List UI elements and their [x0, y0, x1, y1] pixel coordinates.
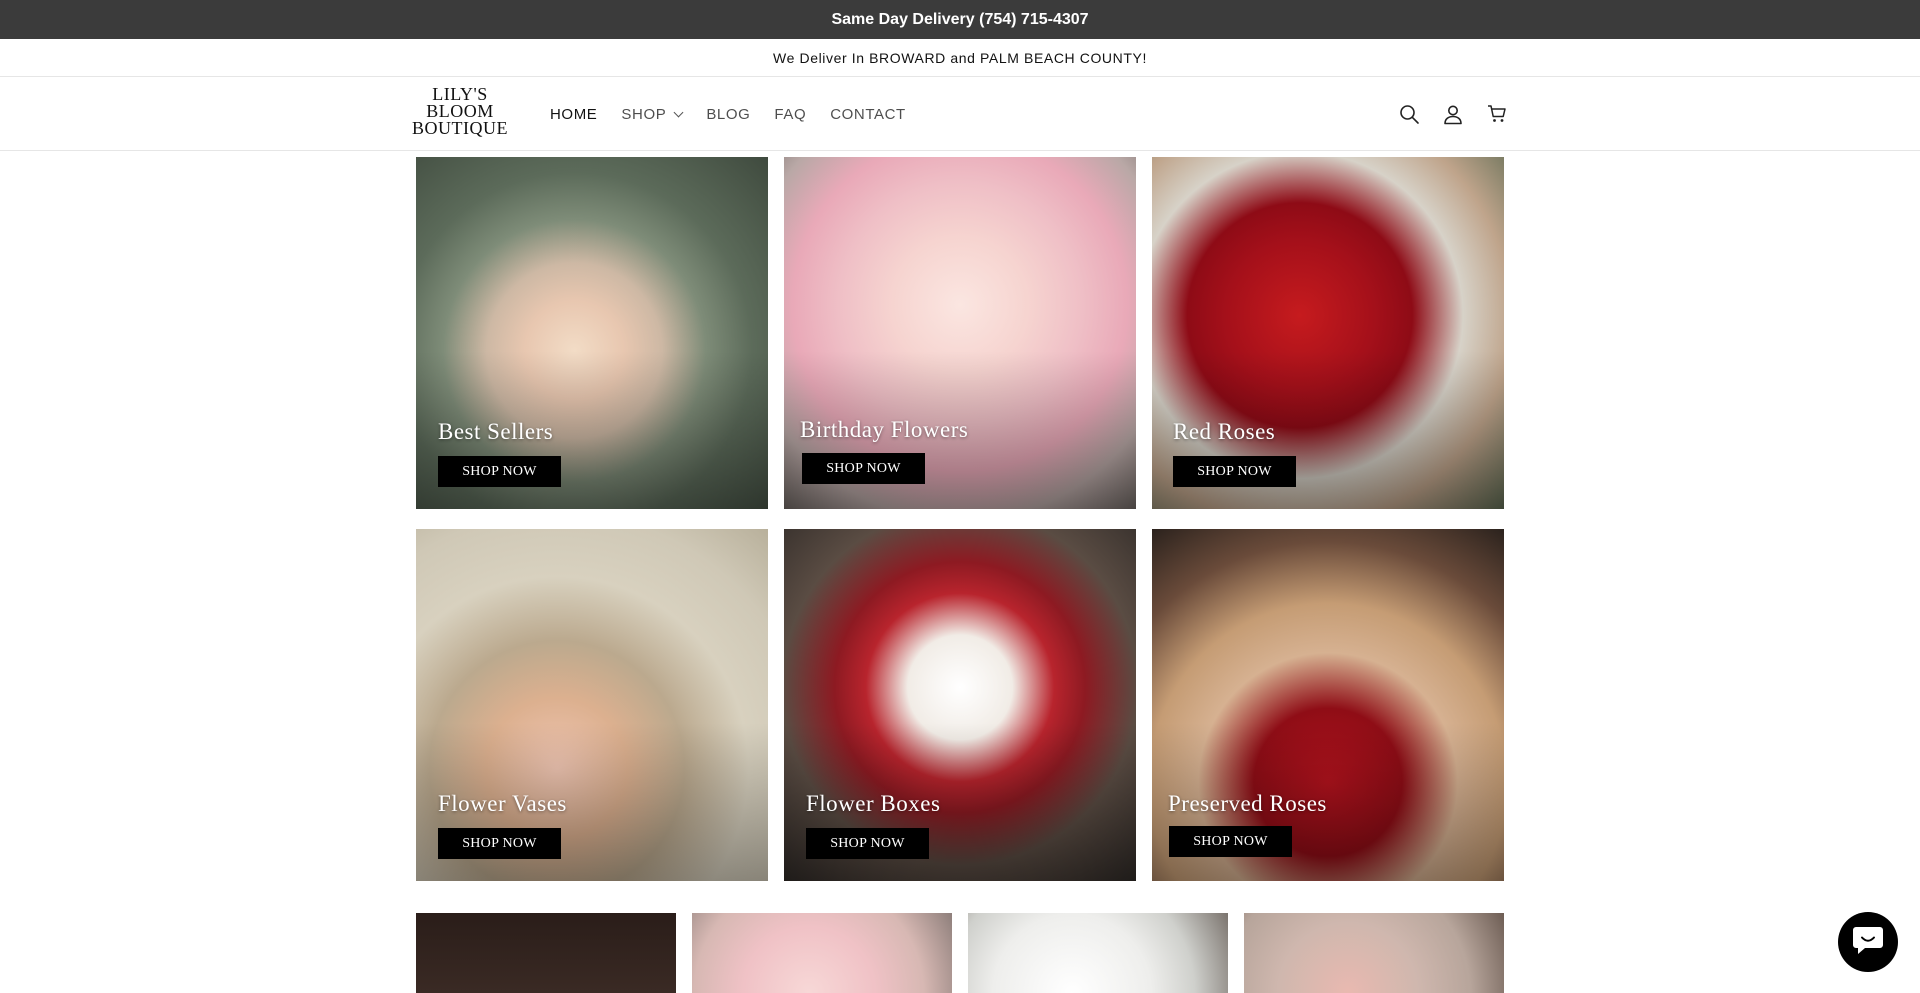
account-icon[interactable] [1442, 103, 1464, 125]
collection-title: Best Sellers [438, 419, 554, 444]
shop-now-button[interactable]: SHOP NOW [1173, 456, 1296, 487]
collection-title: Red Roses [1173, 419, 1276, 444]
shop-now-button[interactable]: SHOP NOW [1169, 826, 1292, 857]
product-row [416, 913, 1504, 993]
nav-blog[interactable]: BLOG [706, 106, 750, 123]
nav-contact[interactable]: CONTACT [830, 106, 906, 123]
collection-card-flower-boxes[interactable]: Flower Boxes SHOP NOW [784, 529, 1136, 881]
chevron-down-icon [673, 107, 684, 118]
header-icons [1398, 77, 1508, 151]
collection-card-birthday-flowers[interactable]: Birthday Flowers SHOP NOW [784, 157, 1136, 509]
product-card-image[interactable] [1244, 913, 1504, 993]
nav-blog-label: BLOG [706, 105, 751, 123]
product-card-image[interactable] [692, 913, 952, 993]
collection-title: Flower Vases [438, 791, 567, 816]
nav-shop-label: SHOP [621, 105, 667, 123]
nav-contact-label: CONTACT [830, 105, 906, 123]
collection-title: Flower Boxes [806, 791, 941, 816]
nav-faq-label: FAQ [774, 105, 807, 123]
collection-card-red-roses[interactable]: Red Roses SHOP NOW [1152, 157, 1504, 509]
main-nav: HOME SHOP BLOG FAQ CONTACT [550, 77, 906, 151]
collection-grid: Best Sellers SHOP NOW Birthday Flowers S… [416, 157, 1504, 881]
nav-home-label: HOME [550, 105, 598, 123]
site-header: LILY'S BLOOM BOUTIQUE HOME SHOP BLOG FAQ… [0, 77, 1920, 151]
shop-now-button[interactable]: SHOP NOW [802, 453, 925, 484]
shop-now-button[interactable]: SHOP NOW [806, 828, 929, 859]
cart-icon[interactable] [1486, 103, 1508, 125]
search-icon[interactable] [1398, 103, 1420, 125]
logo-line-3: BOUTIQUE [412, 118, 508, 138]
delivery-banner-text: We Deliver In BROWARD and PALM BEACH COU… [773, 49, 1147, 66]
store-logo[interactable]: LILY'S BLOOM BOUTIQUE [408, 85, 512, 138]
shop-now-button[interactable]: SHOP NOW [438, 456, 561, 487]
collection-card-best-sellers[interactable]: Best Sellers SHOP NOW [416, 157, 768, 509]
nav-home[interactable]: HOME [550, 106, 597, 123]
nav-faq[interactable]: FAQ [774, 106, 806, 123]
collection-card-preserved-roses[interactable]: Preserved Roses SHOP NOW [1152, 529, 1504, 881]
product-card-image[interactable] [968, 913, 1228, 993]
delivery-banner: We Deliver In BROWARD and PALM BEACH COU… [0, 39, 1920, 77]
collection-title: Preserved Roses [1168, 791, 1327, 816]
announcement-text: Same Day Delivery (754) 715-4307 [831, 10, 1089, 28]
announcement-bar: Same Day Delivery (754) 715-4307 [0, 0, 1920, 39]
chat-button[interactable] [1838, 912, 1898, 972]
chat-icon [1851, 924, 1885, 961]
collection-title: Birthday Flowers [800, 417, 969, 442]
nav-shop[interactable]: SHOP [621, 105, 684, 123]
collection-card-flower-vases[interactable]: Flower Vases SHOP NOW [416, 529, 768, 881]
shop-now-button[interactable]: SHOP NOW [438, 828, 561, 859]
product-card-image[interactable] [416, 913, 676, 993]
